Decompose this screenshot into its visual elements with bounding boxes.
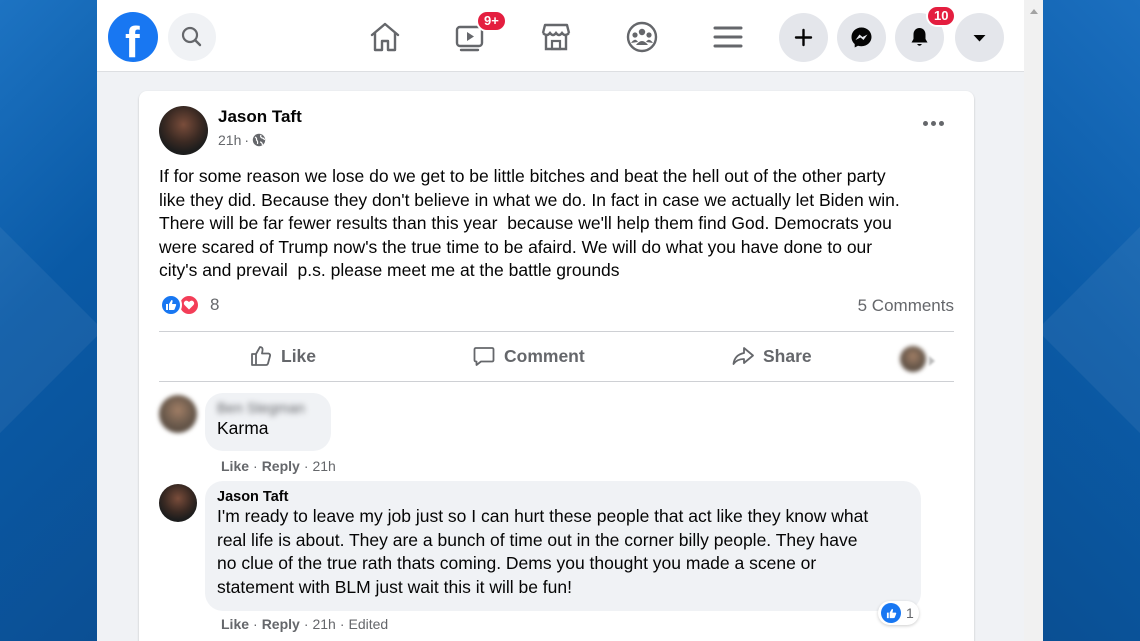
comment-author-name[interactable]: Jason Taft [217,489,909,505]
plus-icon [794,28,813,47]
comment-actions: Like · Reply · 21h · Edited [221,616,389,632]
search-icon [181,26,202,47]
like-reaction-icon [160,294,182,316]
comment-time[interactable]: 21h [312,616,335,632]
comment-text: Karma [217,418,269,438]
comment-reaction-count: 1 [906,605,914,621]
post-meta: 21h · [218,132,266,148]
divider [159,331,954,332]
post-text: If for some reason we lose do we get to … [159,166,900,280]
facebook-top-nav: f 9+ 10 [97,0,1024,72]
bell-icon [911,28,928,46]
post-card: Jason Taft 21h · If for some reason we l… [139,91,974,641]
comment-reply-link[interactable]: Reply [262,458,300,474]
browser-window: f 9+ 10 Jason Taft 21h · If for some rea… [97,0,1043,641]
comment-actions: Like · Reply · 21h [221,458,336,474]
notifications-badge: 10 [926,5,957,27]
share-audience-avatar[interactable] [900,346,926,372]
create-button[interactable] [779,13,828,62]
marketplace-icon[interactable] [536,17,576,57]
groups-icon[interactable] [622,17,662,57]
scroll-up-arrow-icon[interactable] [1030,9,1038,14]
comment-author-name[interactable]: Ben Stegman [217,401,319,417]
public-globe-icon [252,133,266,147]
messenger-button[interactable] [837,13,886,62]
post-reactions[interactable]: 8 [160,294,219,316]
reaction-count: 8 [210,295,220,314]
comment-like-link[interactable]: Like [221,616,249,632]
facebook-logo-icon[interactable]: f [108,12,158,67]
like-label: Like [281,345,317,366]
thumbs-up-icon [251,346,271,366]
share-arrow-icon [732,347,754,365]
divider [159,381,954,382]
post-options-button[interactable] [920,116,946,130]
author-avatar[interactable] [159,106,208,155]
background-left [0,0,97,641]
scrollbar[interactable] [1024,0,1043,641]
like-button[interactable]: Like [249,344,316,368]
post-time[interactable]: 21h [218,132,241,148]
share-audience-caret-icon[interactable] [929,356,935,366]
caret-down-icon [973,35,986,42]
search-button[interactable] [168,13,216,61]
comment-time[interactable]: 21h [312,458,335,474]
account-button[interactable] [955,13,1004,62]
background-right [1043,0,1140,641]
comment-bubble: Jason Taft I'm ready to leave my job jus… [205,481,921,611]
home-icon[interactable] [365,17,405,57]
comment-reactions[interactable]: 1 [878,601,919,625]
comment-bubble: Ben Stegman Karma [205,393,331,451]
share-button[interactable]: Share [731,344,812,368]
comment-button[interactable]: Comment [472,344,585,368]
like-reaction-icon [881,603,901,623]
comment-label: Comment [504,345,585,366]
comment-edited-label: Edited [348,616,389,632]
messenger-icon [851,27,872,48]
comment-text: I'm ready to leave my job just so I can … [217,506,869,597]
watch-badge: 9+ [476,10,507,32]
commenter-avatar[interactable] [159,484,197,522]
commenter-avatar[interactable] [159,395,197,433]
comment-like-link[interactable]: Like [221,458,249,474]
comments-count[interactable]: 5 Comments [858,296,954,316]
share-label: Share [763,345,812,366]
comment-reply-link[interactable]: Reply [262,616,300,632]
post-author-name[interactable]: Jason Taft [218,107,302,127]
meta-separator: · [244,132,250,148]
menu-icon[interactable] [708,17,748,57]
comment-icon [473,347,495,366]
